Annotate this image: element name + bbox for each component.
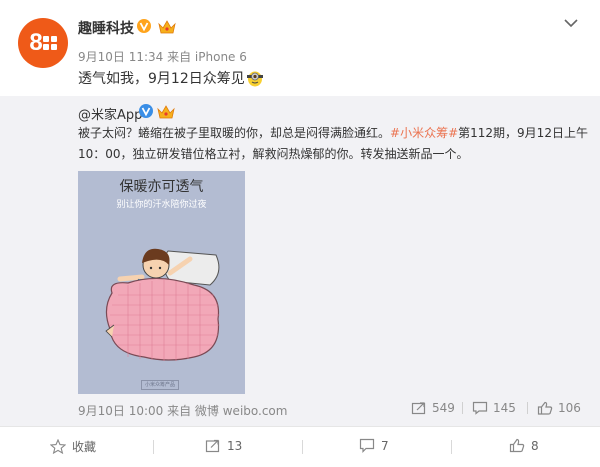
repost-image[interactable]: 保暖亦可透气 别让你的汗水陪你过夜 小米众筹产品	[78, 171, 245, 394]
like-count: 106	[558, 401, 581, 415]
post-meta[interactable]: 9月10日 11:34 来自 iPhone 6	[78, 48, 247, 65]
divider	[153, 440, 154, 454]
comment-icon	[472, 401, 488, 415]
repost-repost-button[interactable]: 549	[411, 401, 455, 415]
member-crown-icon[interactable]	[157, 104, 175, 119]
comment-icon	[359, 438, 375, 453]
thumbs-up-icon	[537, 401, 553, 415]
divider	[451, 440, 452, 454]
comment-button[interactable]: 7	[359, 438, 389, 453]
member-crown-icon[interactable]	[158, 19, 176, 34]
avatar-text: 8	[29, 29, 42, 56]
verified-icon[interactable]	[137, 19, 151, 33]
like-count: 8	[531, 438, 539, 453]
favorite-button[interactable]: 收藏	[50, 438, 96, 455]
repost-button[interactable]: 13	[205, 438, 242, 453]
favorite-label: 收藏	[72, 440, 97, 454]
image-subtitle: 别让你的汗水陪你过夜	[116, 200, 207, 210]
comment-count: 145	[493, 401, 516, 415]
share-icon	[205, 439, 220, 453]
post-body: 透气如我，9月12日众筹见	[78, 71, 245, 87]
repost-author[interactable]: @米家App	[78, 104, 142, 123]
sleeping-girl-illustration	[105, 248, 220, 361]
divider	[302, 440, 303, 454]
repost-comment-button[interactable]: 145	[472, 401, 516, 415]
thumbs-up-icon	[509, 438, 525, 453]
image-title: 保暖亦可透气	[119, 179, 204, 195]
topic-link[interactable]: #小米众筹#	[390, 126, 458, 140]
divider	[527, 402, 528, 414]
repost-like-button[interactable]: 106	[537, 401, 581, 415]
repost-meta[interactable]: 9月10日 10:00 来自 微博 weibo.com	[78, 402, 287, 419]
repost-count: 549	[432, 401, 455, 415]
repost-card: @米家App 被子太闷？蜷缩在被子里取暖的你，却总是闷得满脸通红。#小米众筹#第…	[0, 96, 600, 426]
chevron-down-icon[interactable]	[563, 17, 579, 29]
author-name[interactable]: 趣睡科技	[78, 18, 134, 38]
image-tag: 小米众筹产品	[141, 380, 179, 390]
share-icon	[411, 402, 426, 415]
repost-text-before: 被子太闷？蜷缩在被子里取暖的你，却总是闷得满脸通红。	[78, 126, 391, 140]
repost-text: 被子太闷？蜷缩在被子里取暖的你，却总是闷得满脸通红。#小米众筹#第112期，9月…	[78, 123, 598, 165]
repost-count: 13	[227, 438, 243, 453]
like-button[interactable]: 8	[509, 438, 539, 453]
verified-icon[interactable]	[139, 104, 153, 118]
action-bar: 收藏 13 7 8	[0, 426, 600, 467]
star-icon	[50, 439, 66, 454]
post-text: 透气如我，9月12日众筹见	[78, 68, 264, 88]
divider	[462, 402, 463, 414]
comment-count: 7	[381, 438, 389, 453]
minion-emoji-icon	[246, 71, 263, 87]
avatar[interactable]: 8	[18, 18, 68, 68]
logo-grid-icon	[42, 36, 57, 50]
